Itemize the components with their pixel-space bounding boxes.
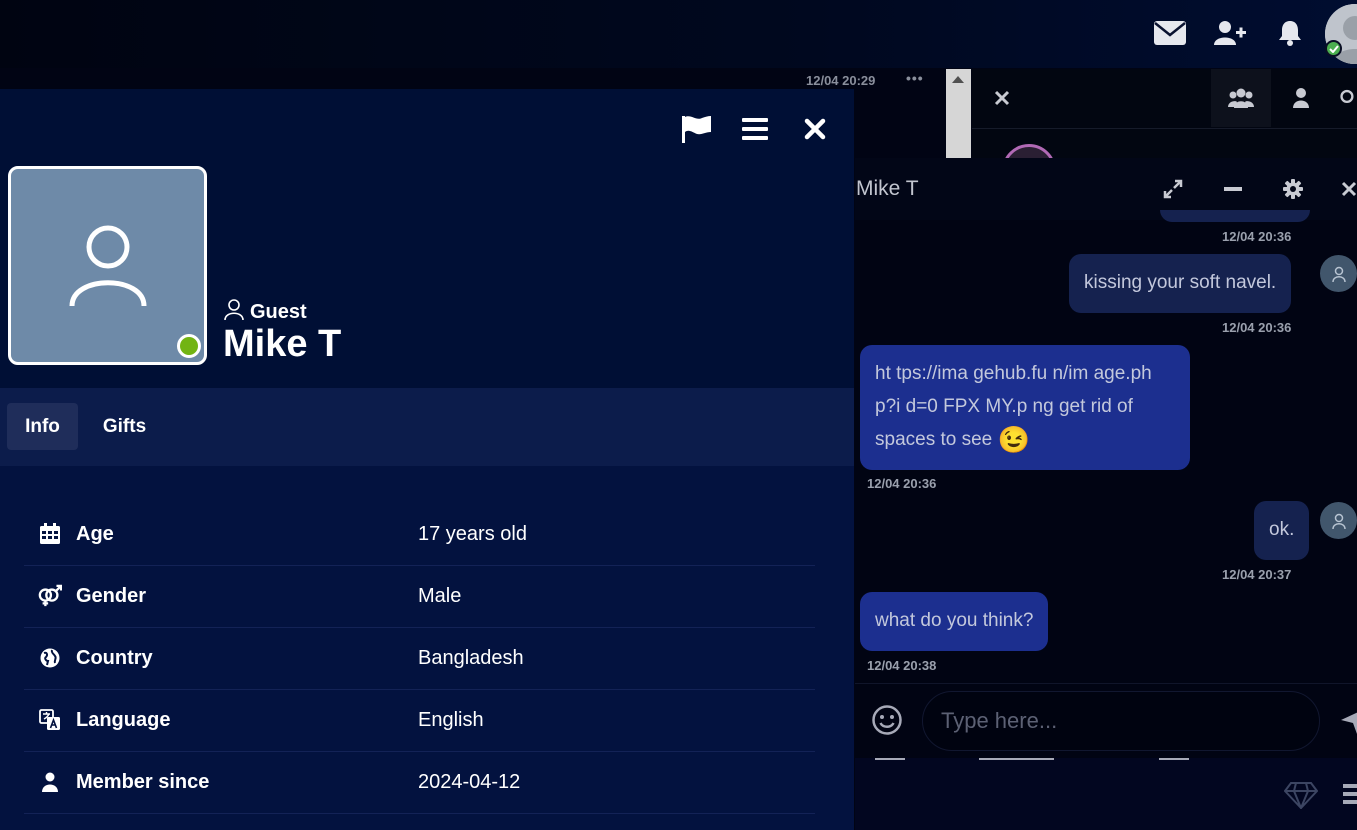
- message-time: 12/04 20:37: [1222, 567, 1292, 582]
- message-text: kissing your soft navel.: [1084, 272, 1277, 293]
- wink-emoji: 😉: [997, 424, 1030, 455]
- info-label: Country: [76, 647, 153, 669]
- close-icon[interactable]: [1341, 177, 1357, 201]
- avatar[interactable]: [1320, 502, 1357, 539]
- message-input[interactable]: [922, 691, 1320, 751]
- chat-input-area: [855, 683, 1357, 758]
- gender-icon: [38, 584, 62, 608]
- info-row-gender: Gender Male: [24, 566, 815, 628]
- chat-footer: [855, 758, 1357, 830]
- info-row-age: Age 17 years old: [24, 504, 815, 566]
- expand-icon[interactable]: [1161, 177, 1185, 201]
- message-bubble: kissing your soft navel.: [1069, 254, 1292, 313]
- gem-icon[interactable]: [1283, 780, 1319, 810]
- envelope-icon[interactable]: [1153, 16, 1187, 50]
- profile-modal: Guest Mike T Info Gifts Age 17 years old…: [0, 89, 854, 830]
- user-rank: Guest: [224, 299, 307, 326]
- message-time: 12/04 20:38: [867, 658, 937, 673]
- message-bubble: what do you think?: [860, 592, 1049, 651]
- info-panel: Age 17 years old Gender Male Country Ban…: [0, 466, 854, 830]
- info-value: 17 years old: [418, 523, 527, 545]
- add-friend-icon[interactable]: [1213, 16, 1247, 50]
- calendar-icon: [38, 522, 62, 546]
- menu-icon[interactable]: [1343, 783, 1357, 807]
- menu-icon[interactable]: [739, 114, 771, 144]
- language-icon: [38, 708, 62, 732]
- profile-name: Mike T: [223, 323, 342, 365]
- bell-icon[interactable]: [1273, 16, 1307, 50]
- user-icon: [38, 770, 62, 794]
- avatar[interactable]: [1320, 255, 1357, 292]
- message-time: 12/04 20:36: [1222, 320, 1292, 335]
- flag-icon[interactable]: [680, 114, 712, 144]
- chat-title: Mike T: [856, 177, 919, 200]
- message-bubble: [1160, 210, 1310, 222]
- search-icon[interactable]: [1340, 69, 1357, 127]
- rank-label: Guest: [250, 301, 307, 323]
- private-chat-window: Mike T 12/04 20:36 kissing your soft nav…: [855, 158, 1357, 830]
- guest-icon: [224, 299, 244, 326]
- profile-tabs: Info Gifts: [0, 388, 854, 466]
- close-icon[interactable]: [799, 114, 831, 144]
- minimize-icon[interactable]: [1221, 177, 1245, 201]
- profile-avatar[interactable]: [8, 166, 207, 365]
- message-bubble: ok.: [1254, 501, 1310, 560]
- divider: [972, 128, 1357, 129]
- background-timestamp: 12/04 20:29: [806, 73, 876, 88]
- message-time: 12/04 20:36: [1222, 229, 1292, 244]
- more-options-icon[interactable]: •••: [906, 70, 924, 86]
- info-row-member-since: Member since 2024-04-12: [24, 752, 815, 814]
- info-label: Gender: [76, 585, 147, 607]
- info-label: Language: [76, 709, 171, 731]
- scroll-up-arrow-icon[interactable]: [952, 76, 964, 83]
- user-tab-icon[interactable]: [1285, 69, 1317, 127]
- message-text: ok.: [1269, 519, 1295, 540]
- divider: [875, 758, 905, 760]
- info-value: English: [418, 709, 484, 731]
- online-status-dot: [177, 334, 201, 358]
- info-value: Bangladesh: [418, 647, 524, 669]
- close-icon[interactable]: [990, 86, 1014, 110]
- online-check-icon: [1325, 40, 1342, 57]
- info-row-country: Country Bangladesh: [24, 628, 815, 690]
- send-icon[interactable]: [1339, 706, 1357, 736]
- info-label: Member since: [76, 771, 210, 793]
- info-value: 2024-04-12: [418, 771, 521, 793]
- info-row-language: Language English: [24, 690, 815, 752]
- tab-gifts[interactable]: Gifts: [89, 403, 160, 450]
- smiley-icon[interactable]: [869, 702, 905, 738]
- gear-icon[interactable]: [1281, 177, 1305, 201]
- message-bubble: ht tps://ima gehub.fu n/im age.ph p?i d=…: [860, 345, 1190, 470]
- globe-icon: [38, 646, 62, 670]
- users-tab-icon[interactable]: [1211, 69, 1271, 127]
- message-time: 12/04 20:36: [867, 476, 937, 491]
- info-label: Age: [76, 523, 114, 545]
- tab-info[interactable]: Info: [7, 403, 78, 450]
- divider: [979, 758, 1054, 760]
- message-text: what do you think?: [875, 610, 1034, 631]
- top-bar: [0, 0, 1357, 68]
- divider: [1159, 758, 1189, 760]
- info-value: Male: [418, 585, 462, 607]
